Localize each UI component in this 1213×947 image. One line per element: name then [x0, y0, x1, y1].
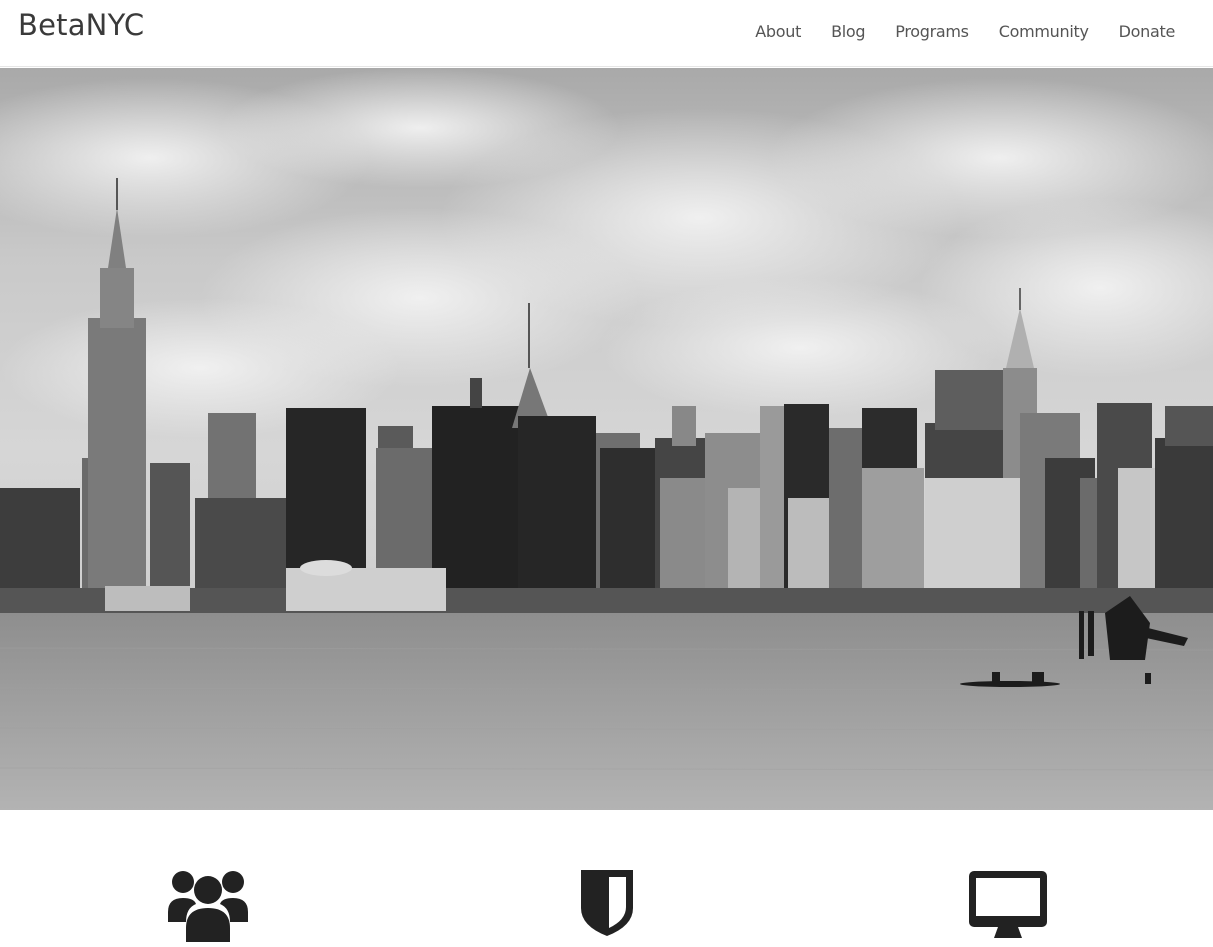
hero-skyline-image	[0, 68, 1213, 810]
nav-link-donate[interactable]: Donate	[1119, 22, 1176, 41]
nav-link-about[interactable]: About	[755, 22, 801, 41]
hero-banner	[0, 68, 1213, 810]
nav-link-blog[interactable]: Blog	[831, 22, 865, 41]
nav-menu: About Blog Programs Community Donate	[755, 22, 1175, 42]
nav-item-community: Community	[999, 22, 1089, 42]
nav-item-programs: Programs	[895, 22, 969, 42]
nav-link-community[interactable]: Community	[999, 22, 1089, 41]
desktop-icon	[968, 870, 1048, 943]
users-icon	[168, 870, 248, 947]
nav-link-programs[interactable]: Programs	[895, 22, 969, 41]
features-section	[0, 810, 1213, 945]
brand-logo[interactable]: BetaNYC	[18, 8, 144, 42]
nav-item-donate: Donate	[1119, 22, 1176, 42]
top-navbar: BetaNYC About Blog Programs Community Do…	[0, 0, 1213, 67]
nav-item-about: About	[755, 22, 801, 42]
shield-icon	[581, 870, 633, 941]
nav-item-blog: Blog	[831, 22, 865, 42]
